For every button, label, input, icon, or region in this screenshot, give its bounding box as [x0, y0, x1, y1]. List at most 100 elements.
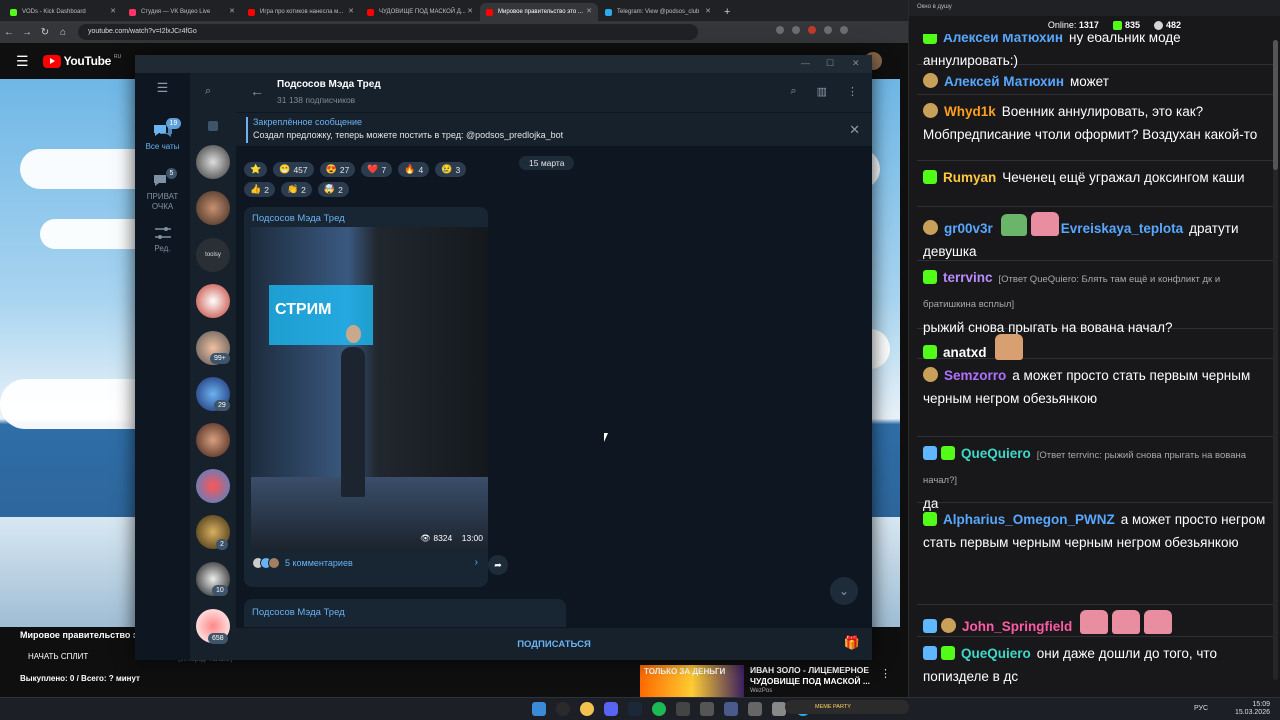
app-icon[interactable] — [700, 702, 714, 716]
url-field[interactable]: youtube.com/watch?v=I2lxJCr4fGo — [78, 24, 698, 40]
chat-avatar[interactable] — [196, 191, 230, 225]
browser-tab[interactable]: ЧУДОВИЩЕ ПОД МАСКОЙ Д... ✕ — [361, 3, 479, 21]
menu-icon[interactable]: ☰ — [16, 53, 29, 70]
keyboard-language[interactable]: РУС — [1194, 705, 1208, 712]
extension-icon[interactable] — [824, 26, 832, 34]
post-photo[interactable]: СТРИМ 👁 8324 13:00 — [251, 227, 488, 551]
extension-icon[interactable] — [776, 26, 784, 34]
sidebar-toggle-icon[interactable]: ▥ — [817, 85, 827, 98]
folder-badge: 19 — [165, 118, 182, 129]
chat-avatar[interactable] — [196, 423, 230, 457]
spotify-icon[interactable] — [652, 702, 666, 716]
close-icon[interactable]: ✕ — [849, 122, 860, 138]
search-icon[interactable] — [556, 702, 570, 716]
new-tab-icon[interactable]: + — [724, 3, 730, 21]
recommendation-title[interactable]: ИВАН ЗОЛО - ЛИЦЕМЕРНОЕ ЧУДОВИЩЕ ПОД МАСК… — [750, 665, 878, 687]
minimize-icon[interactable]: — — [801, 58, 810, 68]
chat-username[interactable]: John_Springfield — [962, 619, 1072, 634]
search-icon[interactable]: ⌕ — [205, 85, 211, 98]
start-split-button[interactable]: НАЧАТЬ СПЛИТ — [28, 652, 88, 661]
close-icon[interactable]: ✕ — [705, 7, 711, 15]
reaction-chip[interactable]: 🤯 2 — [317, 182, 349, 197]
post-author[interactable]: Подсосов Мэда Тред — [252, 213, 345, 224]
recommendation-channel[interactable]: WezPos — [750, 688, 772, 694]
chrome-icon[interactable] — [580, 702, 594, 716]
browser-tab[interactable]: Студия — VK Видео Live ✕ — [123, 3, 241, 21]
chat-username[interactable]: Алексей Матюхин — [944, 74, 1064, 89]
reactions-row: 👍 2 👏 2 🤯 2 — [244, 182, 349, 197]
gift-icon[interactable]: 🎁 — [844, 636, 860, 650]
browser-tab[interactable]: Мировое правительство это ... ✕ — [480, 3, 598, 21]
chat-avatar[interactable] — [196, 145, 230, 179]
share-icon[interactable]: ➦ — [488, 555, 508, 575]
menu-icon[interactable]: ☰ — [135, 81, 190, 94]
chat-username[interactable]: Whyd1k — [944, 104, 996, 119]
scroll-thumb[interactable] — [1273, 40, 1278, 170]
chat-username[interactable]: QueQuiero — [961, 446, 1031, 461]
reaction-chip[interactable]: ❤️ 7 — [361, 162, 393, 177]
chat-username[interactable]: Evreiskaya_teplota — [1061, 221, 1183, 236]
reaction-chip[interactable]: 🔥 4 — [398, 162, 430, 177]
more-icon[interactable]: ⋮ — [847, 85, 858, 98]
back-arrow-icon[interactable]: ← — [250, 83, 264, 99]
reaction-chip[interactable]: 😢 3 — [435, 162, 467, 177]
reaction-chip[interactable]: 😍 27 — [319, 162, 356, 177]
obs-icon[interactable] — [676, 702, 690, 716]
archive-icon[interactable] — [208, 121, 218, 131]
back-icon[interactable]: ← — [0, 27, 18, 38]
chevron-right-icon[interactable]: › — [475, 557, 478, 568]
clock[interactable]: 15:09 15.03.2026 — [1235, 701, 1270, 717]
forward-icon[interactable]: → — [18, 27, 36, 38]
close-icon[interactable]: ✕ — [229, 7, 235, 15]
scroll-down-icon[interactable]: ⌄ — [830, 577, 858, 605]
chat-avatar[interactable] — [196, 284, 230, 318]
chat-username[interactable]: Alpharius_Omegon_PWNZ — [943, 512, 1115, 527]
reaction-chip[interactable]: 😁 457 — [273, 162, 314, 177]
chat-username[interactable]: Rumyan — [943, 170, 996, 185]
folder-private[interactable]: 5 ПРИВАТ ОЧКА — [135, 168, 190, 212]
recommendation-thumbnail[interactable]: ТОЛЬКО ЗА ДЕНЬГИ — [640, 665, 744, 697]
chat-username[interactable]: Semzorro — [944, 368, 1006, 383]
app-icon[interactable] — [748, 702, 762, 716]
subscribe-button[interactable]: ПОДПИСАТЬСЯ 🎁 — [236, 627, 872, 660]
close-icon[interactable]: ✕ — [852, 58, 860, 69]
chat-scrollbar[interactable] — [1273, 40, 1278, 680]
reaction-chip[interactable]: 👍 2 — [244, 182, 275, 197]
close-icon[interactable]: ✕ — [348, 7, 354, 15]
app-icon[interactable] — [772, 702, 786, 716]
chat-username[interactable]: Алексей Матюхин — [943, 34, 1063, 45]
more-icon[interactable]: ⋮ — [880, 667, 891, 680]
folder-edit[interactable]: Ред. — [135, 225, 190, 254]
reaction-chip[interactable]: 👏 2 — [280, 182, 312, 197]
youtube-logo[interactable]: YouTube RU — [42, 54, 121, 68]
close-icon[interactable]: ✕ — [110, 7, 116, 15]
close-icon[interactable]: ✕ — [586, 7, 592, 15]
reload-icon[interactable]: ↻ — [36, 27, 54, 38]
chat-username[interactable]: anatxd — [943, 345, 987, 360]
chat-username[interactable]: QueQuiero — [961, 646, 1031, 661]
download-icon[interactable] — [840, 26, 848, 34]
pinned-message[interactable]: Закреплённое сообщение Создал предложку,… — [236, 113, 872, 147]
home-icon[interactable]: ⌂ — [54, 27, 72, 38]
post-author[interactable]: Подсосов Мэда Тред — [252, 607, 345, 618]
reaction-chip[interactable]: ⭐ — [244, 162, 268, 177]
extension-icon[interactable] — [808, 26, 816, 34]
chat-username[interactable]: terrvinc — [943, 270, 993, 285]
steam-icon[interactable] — [628, 702, 642, 716]
app-icon[interactable] — [724, 702, 738, 716]
chat-avatar[interactable] — [196, 469, 230, 503]
start-icon[interactable] — [532, 702, 546, 716]
browser-tab[interactable]: Telegram: View @podsos_club ✕ — [599, 3, 717, 21]
browser-tab[interactable]: VODs - Kick Dashboard ✕ — [4, 3, 122, 21]
extension-icon[interactable] — [792, 26, 800, 34]
comments-link[interactable]: 5 комментариев — [252, 557, 353, 569]
chat-avatar[interactable]: toolsy — [196, 238, 230, 272]
channel-title[interactable]: Подсосов Мэда Тред — [277, 79, 381, 90]
close-icon[interactable]: ✕ — [467, 7, 473, 15]
browser-tab[interactable]: Игра про котиков нанесла м... ✕ — [242, 3, 360, 21]
search-icon[interactable]: ⌕ — [790, 85, 796, 98]
folder-all-chats[interactable]: 19 Все чаты — [135, 118, 190, 152]
chat-username[interactable]: gr00v3r — [944, 221, 993, 236]
maximize-icon[interactable]: ☐ — [826, 58, 834, 69]
discord-icon[interactable] — [604, 702, 618, 716]
